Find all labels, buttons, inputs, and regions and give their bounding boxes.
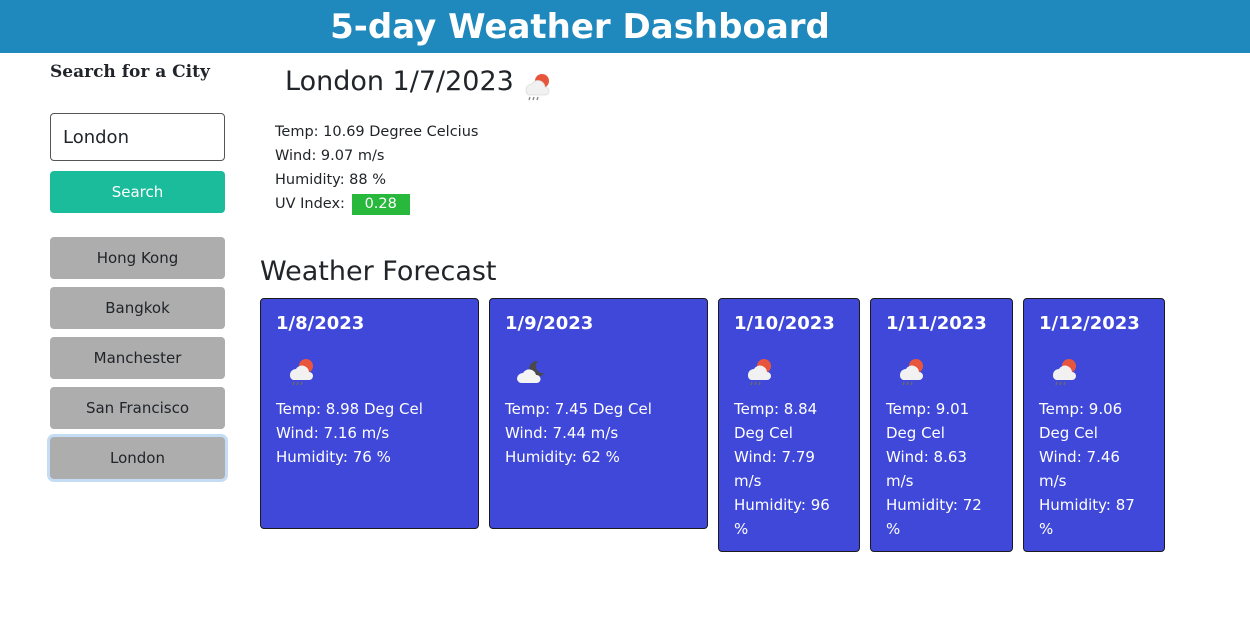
forecast-humidity: Humidity: 72 % (886, 496, 982, 538)
forecast-title: Weather Forecast (260, 256, 497, 287)
current-weather-details: Temp: 10.69 Degree Celcius Wind: 9.07 m/… (275, 120, 478, 216)
forecast-card: 1/8/2023 Temp: 8.98 Deg Cel Wind: 7.16 m… (260, 298, 479, 529)
current-wind: Wind: 9.07 m/s (275, 148, 385, 164)
forecast-wind: Wind: 7.44 m/s (505, 424, 619, 442)
current-uv-row: UV Index: 0.28 (275, 192, 478, 216)
forecast-temp: Temp: 8.98 Deg Cel (276, 400, 423, 418)
forecast-date: 1/12/2023 (1039, 313, 1140, 334)
rain-cloud-sun-icon (525, 74, 550, 101)
forecast-humidity: Humidity: 62 % (505, 448, 620, 466)
history-item-hong-kong[interactable]: Hong Kong (50, 237, 225, 279)
forecast-date: 1/9/2023 (505, 313, 594, 334)
forecast-humidity: Humidity: 87 % (1039, 496, 1135, 538)
cloud-moon-icon (517, 360, 544, 383)
forecast-card: 1/12/2023 Temp: 9.06 Deg Cel Wind: 7.46 … (1023, 298, 1165, 552)
forecast-temp: Temp: 7.45 Deg Cel (505, 400, 652, 418)
history-item-san-francisco[interactable]: San Francisco (50, 387, 225, 429)
forecast-date: 1/11/2023 (886, 313, 987, 334)
forecast-wind: Wind: 7.79 m/s (734, 448, 815, 490)
forecast-temp: Temp: 9.06 Deg Cel (1039, 400, 1123, 442)
forecast-date: 1/10/2023 (734, 313, 835, 334)
search-history-list: Hong Kong Bangkok Manchester San Francis… (50, 237, 225, 487)
forecast-card: 1/10/2023 Temp: 8.84 Deg Cel Wind: 7.79 … (718, 298, 860, 552)
forecast-temp: Temp: 9.01 Deg Cel (886, 400, 970, 442)
forecast-humidity: Humidity: 76 % (276, 448, 391, 466)
forecast-temp: Temp: 8.84 Deg Cel (734, 400, 818, 442)
current-city-title: London 1/7/2023 (285, 66, 514, 97)
uv-index-badge: 0.28 (351, 194, 410, 215)
history-item-london[interactable]: London (50, 437, 225, 479)
rain-cloud-sun-icon (899, 359, 923, 386)
current-temp: Temp: 10.69 Degree Celcius (275, 124, 479, 140)
page-title: 5-day Weather Dashboard (330, 7, 830, 47)
forecast-humidity: Humidity: 96 % (734, 496, 830, 538)
forecast-wind: Wind: 8.63 m/s (886, 448, 967, 490)
rain-cloud-sun-icon (289, 359, 313, 386)
forecast-wind: Wind: 7.16 m/s (276, 424, 390, 442)
page-header: 5-day Weather Dashboard (0, 0, 1250, 53)
rain-cloud-sun-icon (747, 359, 771, 386)
current-humidity: Humidity: 88 % (275, 172, 387, 188)
rain-cloud-sun-icon (1052, 359, 1076, 386)
city-search-input[interactable] (50, 113, 225, 161)
history-item-bangkok[interactable]: Bangkok (50, 287, 225, 329)
search-label: Search for a City (50, 62, 210, 82)
forecast-card: 1/11/2023 Temp: 9.01 Deg Cel Wind: 8.63 … (870, 298, 1013, 552)
forecast-card: 1/9/2023 Temp: 7.45 Deg Cel Wind: 7.44 m… (489, 298, 708, 529)
forecast-wind: Wind: 7.46 m/s (1039, 448, 1120, 490)
search-button[interactable]: Search (50, 171, 225, 213)
forecast-date: 1/8/2023 (276, 313, 365, 334)
history-item-manchester[interactable]: Manchester (50, 337, 225, 379)
uv-label: UV Index: (275, 196, 345, 212)
